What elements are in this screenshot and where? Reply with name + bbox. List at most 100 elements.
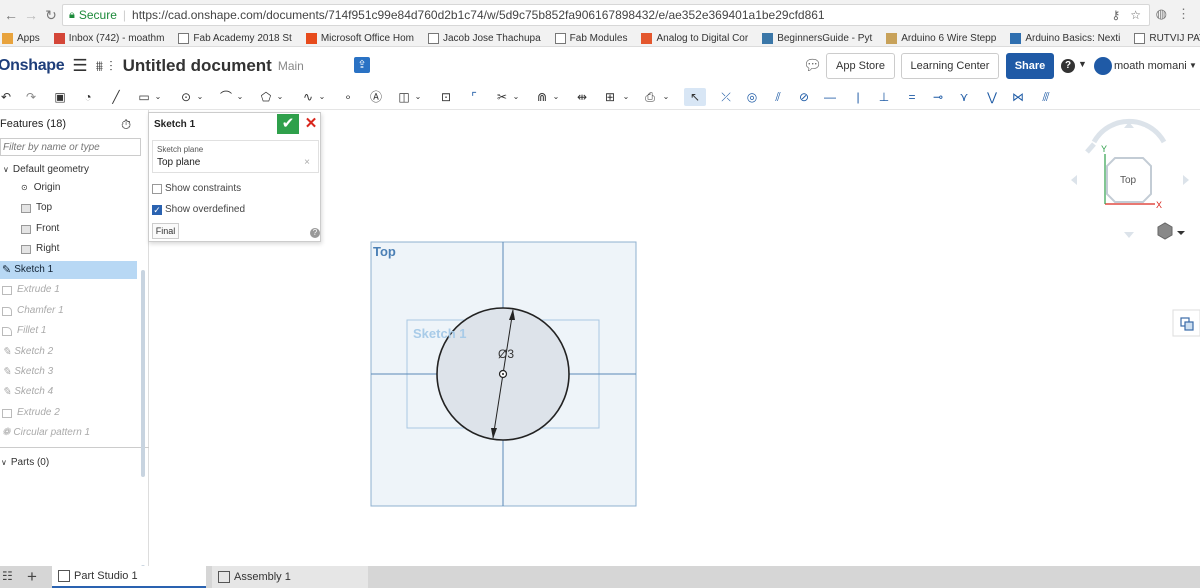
bookmark-item[interactable]: Apps [2, 32, 40, 44]
bookmark-item[interactable]: Jacob Jose Thachupa [427, 32, 541, 44]
diameter-dimension[interactable]: Ø3 [498, 347, 514, 361]
clear-plane-icon[interactable]: × [304, 157, 310, 168]
view-cube[interactable]: Top X Y [1071, 118, 1189, 238]
bookmark-item[interactable]: Fab Academy 2018 St [178, 32, 292, 44]
line-icon[interactable]: ╱ [108, 88, 124, 106]
trim-icon[interactable]: ✂ [494, 88, 510, 106]
coincident-icon[interactable]: ⤫ [718, 88, 734, 106]
view-options-icon[interactable] [1157, 222, 1185, 240]
horizontal-icon[interactable]: — [822, 88, 838, 106]
tab-assembly[interactable]: Assembly 1 [212, 566, 368, 588]
star-icon[interactable]: ☆ [1130, 8, 1141, 22]
insert-icon[interactable]: ⫶ [109, 58, 113, 75]
pierce-icon[interactable]: ⋁ [984, 88, 1000, 106]
user-name[interactable]: moath momani [1114, 60, 1187, 72]
show-constraints-option[interactable]: Show constraints [152, 183, 241, 194]
spline-dropdown-icon[interactable]: ⌄ [318, 88, 326, 106]
pattern-icon[interactable]: ⊞ [602, 88, 618, 106]
spline-icon[interactable]: ∿ [300, 88, 316, 106]
key-icon[interactable]: ⚷ [1111, 8, 1120, 22]
feature-item[interactable]: Extrude 2 [0, 404, 137, 422]
offset-icon[interactable]: ⋒ [534, 88, 550, 106]
tab-list-icon[interactable]: ☷ [2, 569, 13, 583]
normal-icon[interactable]: ⋎ [956, 88, 972, 106]
help-dropdown-icon[interactable]: ▼ [1078, 59, 1087, 69]
redo-icon[interactable]: ↷ [24, 88, 38, 106]
reload-icon[interactable]: ↻ [42, 7, 60, 24]
symmetric-icon[interactable]: ⋈ [1010, 88, 1026, 106]
show-constraints-checkbox[interactable] [152, 183, 162, 194]
insert-image-icon[interactable]: ⊡ [438, 88, 454, 106]
dxf-import-icon[interactable]: ⎙ [642, 88, 658, 106]
rectangle-dropdown-icon[interactable]: ⌄ [154, 88, 162, 106]
browser-menu-icon[interactable]: ⋮ [1177, 6, 1190, 22]
bookmark-item[interactable]: Arduino 6 Wire Stepp [886, 32, 996, 44]
fix-icon[interactable]: ⫻ [1038, 88, 1054, 106]
final-button[interactable]: Final [152, 223, 179, 239]
concentric-icon[interactable]: ◎ [744, 88, 760, 106]
help-icon[interactable]: ? [1061, 59, 1075, 73]
rotate-down-icon[interactable] [1124, 232, 1134, 238]
share-button[interactable]: Share [1006, 53, 1054, 79]
midpoint-icon[interactable]: ⊸ [930, 88, 946, 106]
forward-arrow-icon[interactable]: → [22, 7, 40, 23]
feature-item[interactable]: ❁ Circular pattern 1 [0, 424, 137, 442]
extrude-icon[interactable]: ◔ [80, 88, 96, 106]
bookmark-item[interactable]: Inbox (742) - moathm [53, 32, 164, 44]
rotate-right-icon[interactable] [1183, 175, 1189, 185]
new-sketch-icon[interactable]: ▣ [52, 88, 68, 106]
offset-dropdown-icon[interactable]: ⌄ [552, 88, 560, 106]
feature-item[interactable]: ⊙ Origin [0, 179, 137, 197]
sketch-plane-field[interactable]: Sketch plane Top plane × [152, 140, 319, 173]
show-overdefined-option[interactable]: ✓ Show overdefined [152, 204, 245, 215]
parts-group[interactable]: ∨ Parts (0) [0, 454, 137, 472]
show-overdefined-checkbox[interactable]: ✓ [152, 204, 162, 215]
app-store-button[interactable]: App Store [826, 53, 895, 79]
polygon-icon[interactable]: ⬠ [258, 88, 274, 106]
rectangle-icon[interactable]: ▭ [136, 88, 152, 106]
bookmark-item[interactable]: BeginnersGuide - Pyt [762, 32, 872, 44]
user-dropdown-icon[interactable]: ▼ [1189, 61, 1197, 70]
undo-icon[interactable]: ↶ [0, 88, 12, 106]
trim-dropdown-icon[interactable]: ⌄ [512, 88, 520, 106]
back-arrow-icon[interactable]: ← [2, 7, 20, 23]
bookmark-item[interactable]: Arduino Basics: Nexti [1010, 32, 1120, 44]
dxf-dropdown-icon[interactable]: ⌄ [662, 88, 670, 106]
branch-label[interactable]: Main [278, 59, 304, 73]
feature-tree-icon[interactable]: ⩩ [96, 58, 103, 75]
chevron-down-icon[interactable]: ∨ [3, 161, 9, 179]
point-icon[interactable]: ∘ [342, 88, 354, 106]
feature-item[interactable]: Right [0, 240, 137, 258]
fillet-icon[interactable]: ⌜ [466, 88, 482, 106]
polygon-dropdown-icon[interactable]: ⌄ [276, 88, 284, 106]
bookmark-item[interactable]: Fab Modules [554, 32, 627, 44]
tab-part-studio[interactable]: Part Studio 1 [52, 566, 206, 588]
filter-input[interactable] [0, 138, 141, 156]
default-geometry-group[interactable]: ∨ Default geometry [0, 161, 137, 179]
feature-item[interactable]: ✎ Sketch 1 [0, 261, 137, 279]
vertical-icon[interactable]: | [850, 88, 866, 106]
hamburger-menu-icon[interactable]: ☰ [72, 56, 87, 76]
feature-item[interactable]: ✎ Sketch 3 [0, 363, 137, 381]
view-cube-ring-left[interactable] [1085, 142, 1096, 154]
document-title[interactable]: Untitled document [123, 56, 272, 76]
add-tab-icon[interactable]: + [27, 567, 37, 587]
bookmark-item[interactable]: RUTVIJ PATHAK [1134, 32, 1200, 44]
onshape-logo[interactable]: Onshape [0, 57, 65, 75]
perpendicular-icon[interactable]: ⊥ [876, 88, 892, 106]
rollback-timer-icon[interactable]: ⏱︎ [121, 117, 131, 133]
feature-item[interactable]: Front [0, 220, 137, 238]
help-icon[interactable]: ? [310, 228, 320, 238]
version-graph-icon[interactable]: ⇪ [354, 57, 370, 73]
arc-dropdown-icon[interactable]: ⌄ [236, 88, 244, 106]
extension-icon[interactable]: ◍ [1156, 6, 1167, 22]
avatar-icon[interactable] [1094, 57, 1112, 75]
text-icon[interactable]: Ⓐ [368, 88, 384, 106]
feature-item[interactable]: Chamfer 1 [0, 302, 137, 320]
comments-icon[interactable]: 💬︎ [803, 56, 822, 74]
chevron-down-icon[interactable]: ∨ [1, 454, 7, 472]
accept-check-icon[interactable]: ✔ [277, 114, 299, 134]
equal-icon[interactable]: = [904, 88, 920, 106]
tangent-icon[interactable]: ⊘ [796, 88, 812, 106]
arc-icon[interactable]: ⌒ [218, 88, 234, 106]
